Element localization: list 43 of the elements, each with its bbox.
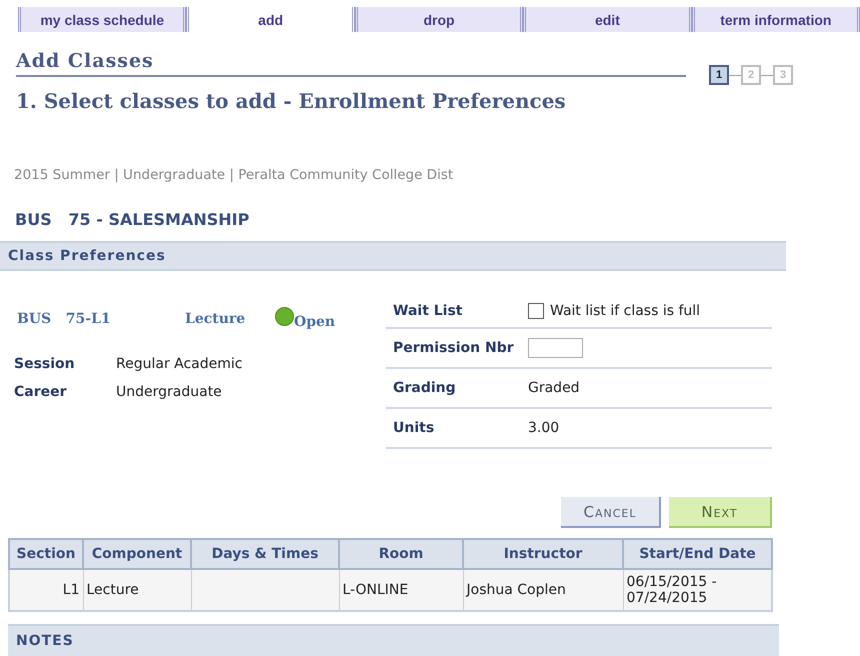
class-status: Open [294,314,336,330]
detail-value: Regular Academic [116,356,242,374]
table-cell: L1 [62,582,80,598]
preference-label: Grading [392,380,457,396]
term-info: 2015 Summer | Undergraduate | Peralta Community College Dist [14,167,454,183]
preference-value: Graded [528,380,580,396]
table-cell: Joshua Coplen [466,582,566,598]
class-section: BUS 75-L1 [14,311,185,327]
table-cell: L-ONLINE [342,582,408,598]
detail-value: Undergraduate [116,384,222,402]
step-indicator: 2 [741,65,761,85]
next-button[interactable]: Next [669,497,772,528]
preference-value: 3.00 [528,420,560,436]
course-title: BUS 75 - SALESMANSHIP [15,210,250,229]
column-header: Room [339,539,463,569]
cancel-button[interactable]: Cancel [561,497,661,528]
tab[interactable]: my class schedule [18,7,186,32]
step-indicator: 3 [773,65,793,85]
step-title: 1. Select classes to add - Enrollment Preferences [16,89,567,113]
table-cell: 06/15/2015 - 07/24/2015 [626,574,717,606]
detail-label: Session [14,356,76,374]
detail-label: Career [14,384,68,402]
step-indicator: 1 [709,65,729,85]
column-header: Component [83,539,191,569]
tab[interactable]: drop [354,7,524,32]
column-header: Instructor [463,539,623,569]
checkbox-label: Wait list if class is full [550,303,700,319]
permission-input[interactable] [528,338,583,358]
preference-label: Wait List [392,303,464,319]
table-cell: Lecture [86,582,139,598]
tab[interactable]: term information [692,7,860,32]
page-title: Add Classes [16,50,686,77]
notes-header: NOTES [8,624,779,656]
column-header: Section [9,539,83,569]
tab[interactable]: add [186,7,355,32]
column-header: Days & Times [191,539,339,569]
column-header: Start/End Date [623,539,772,569]
tab[interactable]: edit [523,7,692,32]
section-header: Class Preferences [0,241,786,271]
class-component: Lecture [185,311,246,327]
preference-label: Permission Nbr [392,340,515,356]
preference-label: Units [392,420,436,436]
wait-list-checkbox[interactable] [528,303,544,319]
